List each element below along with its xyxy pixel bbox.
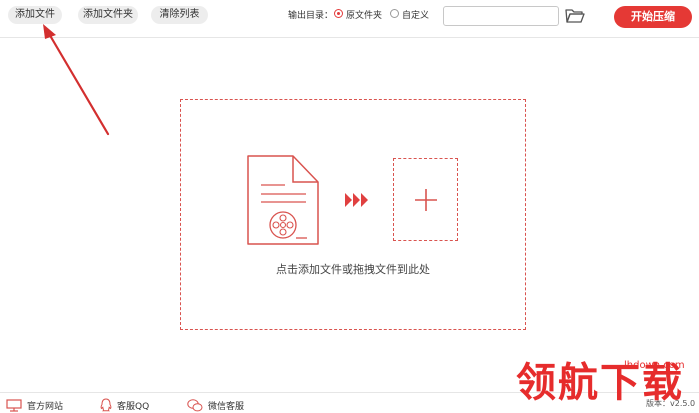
annotation-arrow-icon (43, 24, 110, 136)
customer-qq-link[interactable]: 客服QQ (100, 397, 149, 413)
triple-arrow-icon (345, 193, 368, 207)
footer: 官方网站 客服QQ 微信客服 版本：v2.5.0 (0, 394, 699, 413)
output-dir-label: 输出目录： (288, 11, 334, 21)
radio-original-folder-label[interactable]: 原文件夹 (346, 8, 382, 21)
output-path-input[interactable] (443, 6, 559, 26)
watermark-domain: lhdown.com (624, 360, 685, 371)
add-file-placeholder[interactable] (393, 158, 458, 241)
radio-custom-label[interactable]: 自定义 (402, 8, 429, 21)
add-folder-button[interactable]: 添加文件夹 (78, 6, 138, 24)
toolbar: 添加文件 添加文件夹 清除列表 输出目录： 原文件夹 自定义 开始压缩 (0, 0, 699, 36)
video-file-icon (247, 155, 319, 245)
official-website-label: 官方网站 (27, 401, 64, 412)
plus-icon (415, 189, 437, 211)
clear-list-button[interactable]: 清除列表 (151, 6, 208, 24)
add-file-button[interactable]: 添加文件 (8, 6, 62, 24)
radio-custom[interactable] (390, 9, 399, 18)
official-website-link[interactable]: 官方网站 (6, 397, 63, 413)
drop-hint-text: 点击添加文件或拖拽文件到此处 (276, 263, 430, 276)
wechat-service-link[interactable]: 微信客服 (187, 397, 244, 413)
customer-qq-label: 客服QQ (117, 401, 150, 412)
toolbar-divider (0, 37, 699, 38)
folder-icon[interactable] (565, 8, 585, 24)
wechat-icon (187, 398, 203, 411)
wechat-service-label: 微信客服 (208, 401, 245, 412)
radio-original-folder[interactable] (334, 9, 343, 18)
qq-icon (100, 398, 112, 412)
start-compress-button[interactable]: 开始压缩 (614, 6, 692, 28)
version-text: 版本：v2.5.0 (646, 399, 696, 408)
footer-divider (0, 392, 699, 393)
drop-zone[interactable] (180, 99, 526, 330)
monitor-icon (6, 398, 22, 412)
